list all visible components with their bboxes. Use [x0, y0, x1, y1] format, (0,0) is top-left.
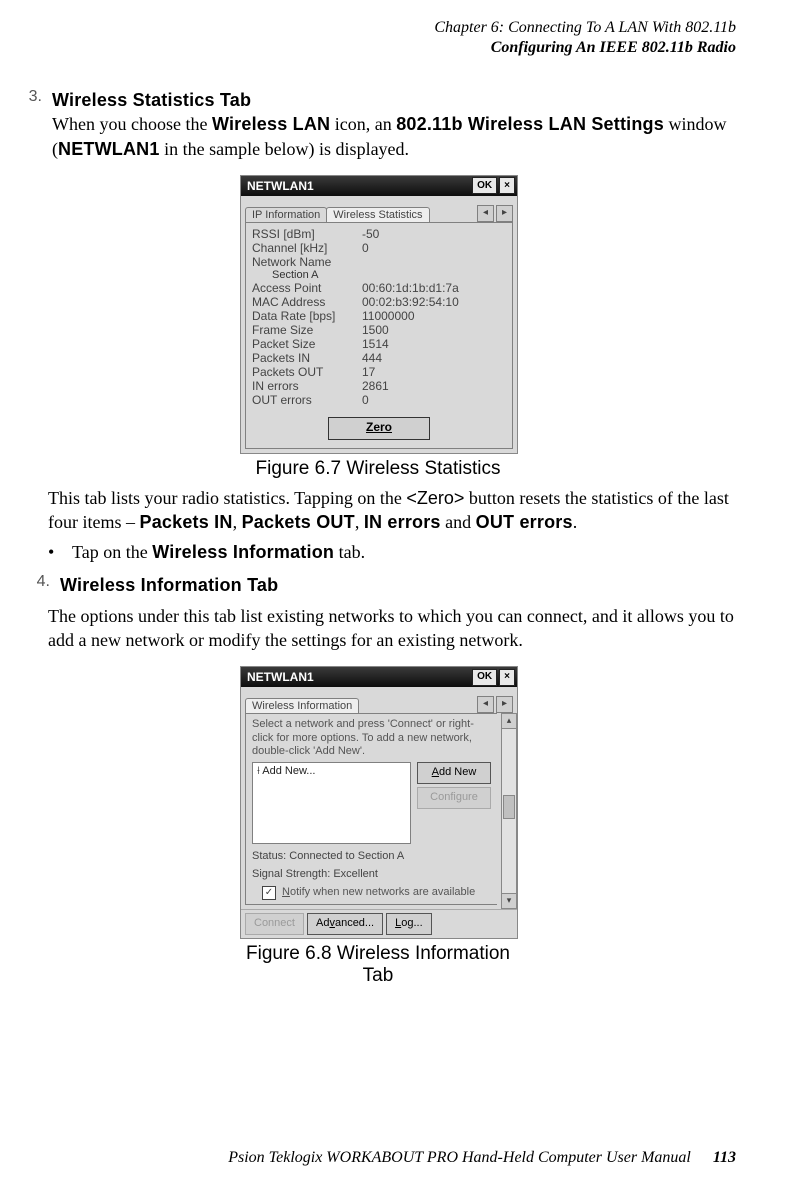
stats-explain: This tab lists your radio statistics. Ta…: [20, 486, 736, 535]
add-new-button[interactable]: Add New: [417, 762, 491, 784]
stat-label: Frame Size: [252, 323, 362, 337]
scroll-thumb[interactable]: [503, 795, 515, 819]
scroll-up-icon[interactable]: ▴: [502, 714, 516, 729]
netwlan1-window: NETWLAN1 OK × Wireless Information ◂ ▸ S…: [240, 666, 518, 939]
stat-value: 1514: [362, 337, 506, 351]
netwlan1-window: NETWLAN1 OK × IP Information Wireless St…: [240, 175, 518, 454]
stat-label: Packet Size: [252, 337, 362, 351]
ok-button[interactable]: OK: [472, 669, 497, 686]
configure-button: Configure: [417, 787, 491, 809]
notify-label: Notify when new networks are available: [282, 886, 491, 899]
chapter-line: Chapter 6: Connecting To A LAN With 802.…: [0, 18, 736, 38]
signal-text: Signal Strength: Excellent: [252, 868, 491, 880]
step3-title: Wireless Statistics Tab: [52, 90, 251, 110]
step-number: 4.: [20, 573, 50, 597]
page-header: Chapter 6: Connecting To A LAN With 802.…: [0, 0, 796, 58]
stat-value: 00:60:1d:1b:d1:7a: [362, 281, 506, 295]
close-icon[interactable]: ×: [499, 669, 515, 686]
tab-wireless-information[interactable]: Wireless Information: [245, 698, 359, 713]
stat-label: Access Point: [252, 281, 362, 295]
log-button[interactable]: Log...: [386, 913, 432, 935]
page-footer: Psion Teklogix WORKABOUT PRO Hand-Held C…: [228, 1149, 736, 1167]
term-settings: 802.11b Wireless LAN Settings: [396, 114, 664, 134]
window-title: NETWLAN1: [247, 179, 314, 193]
step4-para: The options under this tab list existing…: [20, 604, 736, 653]
term-wireless-lan: Wireless LAN: [212, 114, 330, 134]
window-title: NETWLAN1: [247, 670, 314, 684]
stat-label: Data Rate [bps]: [252, 309, 362, 323]
bullet-text: Tap on the Wireless Information tab.: [72, 542, 365, 563]
stat-label: Channel [kHz]: [252, 241, 362, 255]
term-packets-in: Packets IN: [140, 512, 233, 532]
stat-value: 0: [362, 241, 506, 255]
stat-value: 17: [362, 365, 506, 379]
stat-value: [362, 255, 506, 269]
tab-scroll-left-icon[interactable]: ◂: [477, 696, 494, 713]
tab-wireless-statistics[interactable]: Wireless Statistics: [326, 207, 429, 222]
stat-label: OUT errors: [252, 393, 362, 407]
term-in-errors: IN errors: [364, 512, 441, 532]
stat-value: 1500: [362, 323, 506, 337]
bullet-icon: •: [48, 542, 58, 563]
scroll-down-icon[interactable]: ▾: [502, 893, 516, 908]
list-item[interactable]: Add New...: [262, 765, 315, 777]
stat-label: IN errors: [252, 379, 362, 393]
tab-scroll-right-icon[interactable]: ▸: [496, 205, 513, 222]
step4-title: Wireless Information Tab: [60, 575, 278, 595]
stat-label: Packets OUT: [252, 365, 362, 379]
step3-intro-g: in the sample below) is displayed.: [160, 139, 409, 159]
tab-scroll-right-icon[interactable]: ▸: [496, 696, 513, 713]
network-name-value: Section A: [252, 269, 506, 281]
figure-caption: Figure 6.7 Wireless Statistics: [240, 458, 516, 480]
section-line: Configuring An IEEE 802.11b Radio: [0, 38, 736, 58]
term-out-errors: OUT errors: [476, 512, 573, 532]
stat-label: Network Name: [252, 255, 362, 269]
figure-6-7: NETWLAN1 OK × IP Information Wireless St…: [240, 175, 516, 480]
antenna-icon: ⟊: [257, 765, 260, 777]
zero-term: <Zero>: [406, 488, 464, 508]
notify-checkbox[interactable]: ✓: [262, 886, 276, 900]
footer-text: Psion Teklogix WORKABOUT PRO Hand-Held C…: [228, 1149, 691, 1166]
tab-scroll-left-icon[interactable]: ◂: [477, 205, 494, 222]
advanced-button[interactable]: Advanced...: [307, 913, 383, 935]
stat-value: 11000000: [362, 309, 506, 323]
term-packets-out: Packets OUT: [242, 512, 355, 532]
stat-label: RSSI [dBm]: [252, 227, 362, 241]
zero-button[interactable]: Zero: [328, 417, 430, 440]
connect-button: Connect: [245, 913, 304, 935]
stat-value: 00:02:b3:92:54:10: [362, 295, 506, 309]
step3-intro-a: When you choose the: [52, 114, 212, 134]
figure-6-8: NETWLAN1 OK × Wireless Information ◂ ▸ S…: [240, 666, 516, 987]
close-icon[interactable]: ×: [499, 177, 515, 194]
network-list[interactable]: ⟊ Add New...: [252, 762, 411, 844]
stat-value: 2861: [362, 379, 506, 393]
tab-ip-information[interactable]: IP Information: [245, 207, 327, 222]
term-netwlan1: NETWLAN1: [58, 139, 160, 159]
figure-caption: Figure 6.8 Wireless Information Tab: [240, 943, 516, 987]
term-wireless-information: Wireless Information: [152, 542, 334, 562]
scrollbar[interactable]: ▴ ▾: [501, 713, 517, 909]
hint-text: Select a network and press 'Connect' or …: [252, 718, 491, 758]
stat-label: MAC Address: [252, 295, 362, 309]
step3-intro-c: icon, an: [330, 114, 396, 134]
status-text: Status: Connected to Section A: [252, 850, 491, 862]
page-number: 113: [713, 1149, 736, 1166]
stat-value: -50: [362, 227, 506, 241]
stat-value: 444: [362, 351, 506, 365]
ok-button[interactable]: OK: [472, 177, 497, 194]
step-number: 3.: [20, 88, 42, 161]
stat-value: 0: [362, 393, 506, 407]
stat-label: Packets IN: [252, 351, 362, 365]
